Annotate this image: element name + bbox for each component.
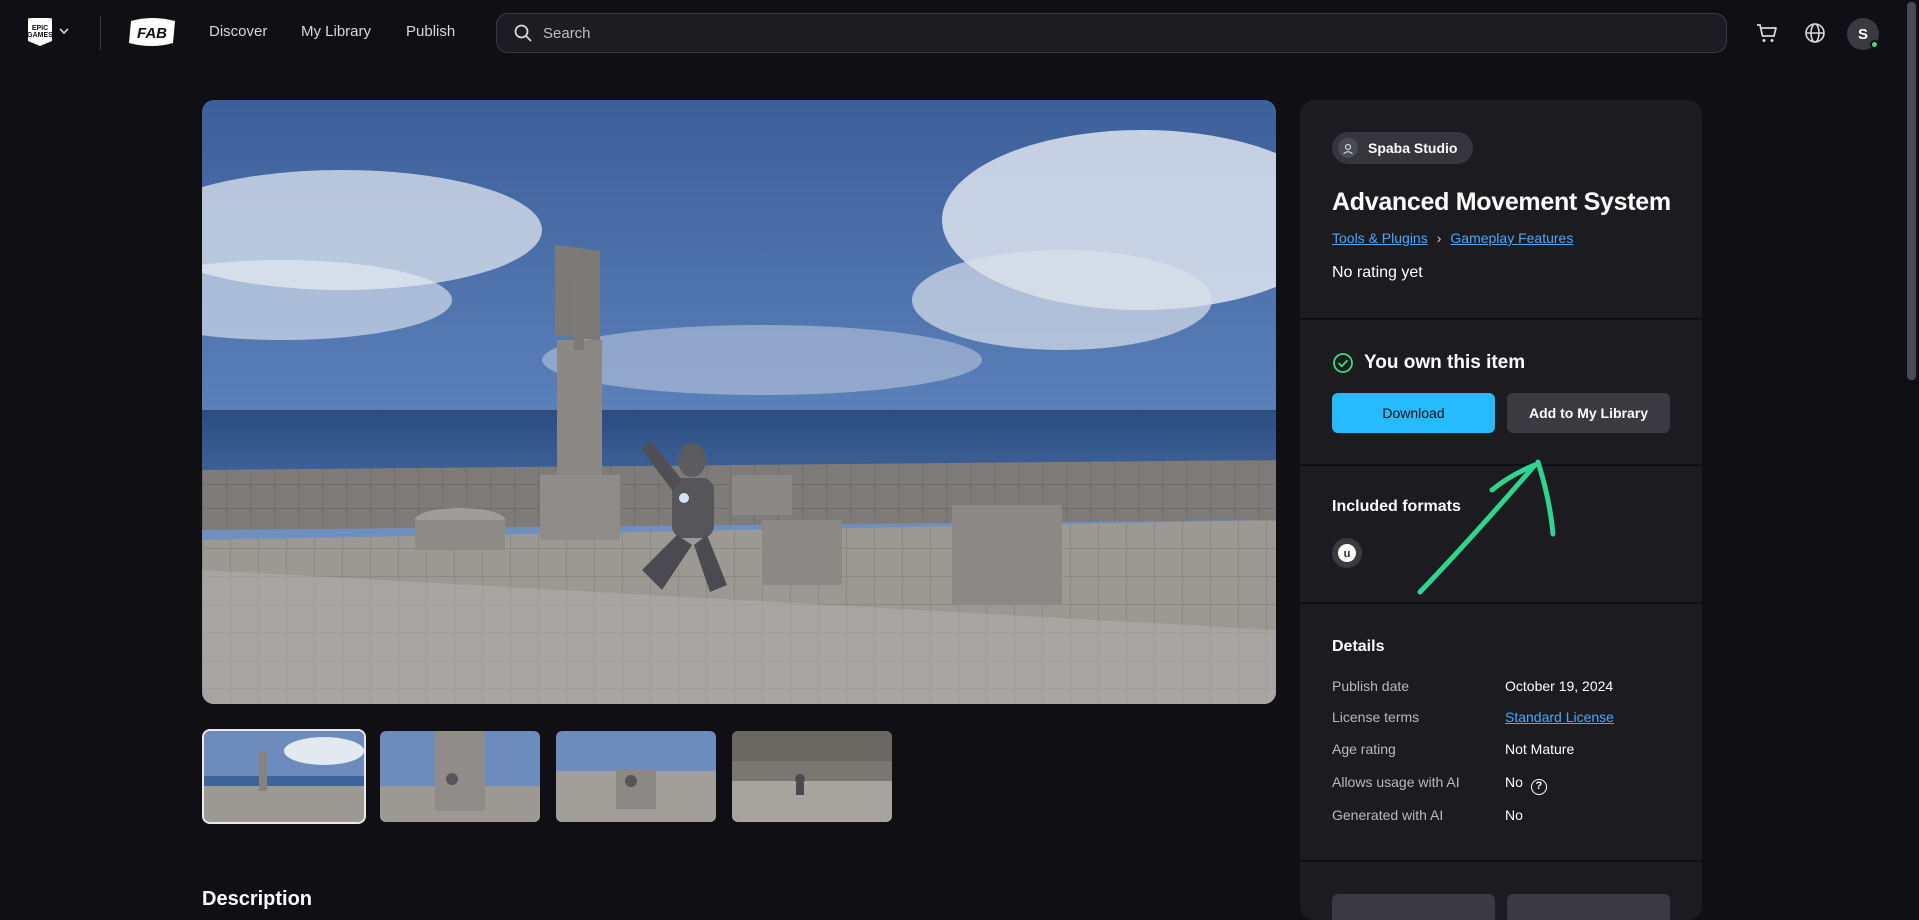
license-link[interactable]: Standard License: [1505, 709, 1614, 725]
thumbnail-1[interactable]: [202, 729, 366, 824]
detail-label: Publish date: [1332, 678, 1410, 694]
breadcrumb-tools-plugins[interactable]: Tools & Plugins: [1332, 230, 1428, 246]
rating-text: No rating yet: [1332, 264, 1423, 281]
fab-logo-text: FAB: [137, 25, 167, 42]
detail-value: Not Mature: [1505, 741, 1575, 757]
thumbnail-3[interactable]: [556, 731, 716, 822]
fab-logo[interactable]: FAB: [125, 17, 179, 49]
report-button[interactable]: [1507, 894, 1670, 920]
thumbnail-4[interactable]: [732, 731, 892, 822]
unreal-engine-icon[interactable]: u: [1332, 538, 1362, 568]
download-button[interactable]: Download: [1332, 393, 1495, 433]
detail-value: October 19, 2024: [1505, 678, 1614, 694]
description-heading: Description: [202, 888, 313, 910]
detail-value: No: [1505, 774, 1523, 790]
share-button[interactable]: [1332, 894, 1495, 920]
divider: [1300, 860, 1702, 862]
main-product-image[interactable]: [202, 100, 1276, 704]
scene-render: [202, 100, 1276, 704]
globe-icon[interactable]: [1803, 21, 1827, 45]
search-bar[interactable]: [496, 13, 1727, 53]
nav-divider: [100, 16, 101, 50]
breadcrumb: Tools & Plugins › Gameplay Features: [1332, 230, 1573, 246]
search-icon: [514, 24, 532, 42]
detail-value: No: [1505, 807, 1523, 823]
owned-text: You own this item: [1364, 352, 1526, 373]
cart-icon[interactable]: [1755, 21, 1779, 45]
divider: [1300, 602, 1702, 604]
epic-logo-text: EPIC GAMES: [27, 25, 53, 39]
scrollbar-thumb[interactable]: [1907, 2, 1916, 380]
detail-label: Allows usage with AI: [1332, 774, 1460, 790]
user-icon: [1338, 138, 1358, 158]
seller-name: Spaba Studio: [1368, 140, 1458, 156]
epic-games-logo[interactable]: EPIC GAMES: [28, 18, 52, 46]
search-input[interactable]: [543, 24, 1643, 42]
top-navigation: EPIC GAMES FAB Discover My Library Publi…: [0, 0, 1919, 66]
check-circle-icon: [1333, 353, 1353, 373]
detail-label: Age rating: [1332, 741, 1396, 757]
formats-heading: Included formats: [1332, 498, 1461, 515]
help-icon[interactable]: ?: [1530, 779, 1547, 795]
owned-status: You own this item: [1332, 352, 1525, 374]
nav-discover[interactable]: Discover: [209, 23, 267, 40]
chevron-down-icon[interactable]: [58, 25, 70, 37]
nav-publish[interactable]: Publish: [406, 23, 455, 40]
add-to-library-button[interactable]: Add to My Library: [1507, 393, 1670, 433]
detail-label: License terms: [1332, 709, 1420, 725]
details-heading: Details: [1332, 638, 1385, 655]
thumbnail-2[interactable]: [380, 731, 540, 822]
nav-my-library[interactable]: My Library: [301, 23, 371, 40]
breadcrumb-gameplay-features[interactable]: Gameplay Features: [1450, 230, 1573, 246]
seller-badge[interactable]: Spaba Studio: [1332, 132, 1474, 164]
online-status-dot: [1870, 40, 1879, 49]
divider: [1300, 464, 1702, 466]
product-title: Advanced Movement System: [1332, 188, 1671, 216]
divider: [1300, 318, 1702, 320]
chevron-right-icon: ›: [1436, 230, 1442, 246]
detail-label: Generated with AI: [1332, 807, 1444, 823]
svg-text:u: u: [1344, 548, 1351, 560]
product-panel: Spaba Studio Advanced Movement System To…: [1300, 100, 1702, 920]
